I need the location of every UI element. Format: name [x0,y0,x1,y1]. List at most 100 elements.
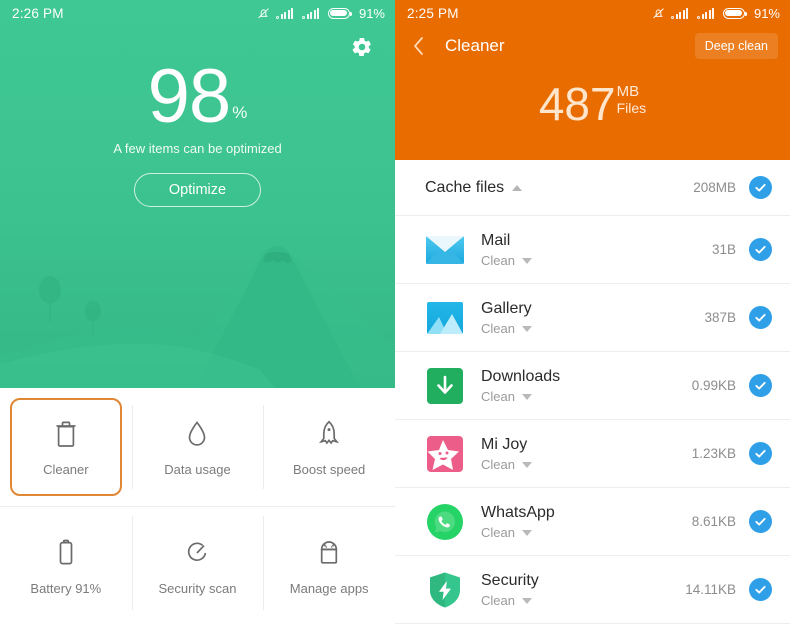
score-subtitle: A few items can be optimized [113,140,282,156]
rocket-icon [312,417,346,451]
check-circle-icon[interactable] [749,442,772,465]
caret-down-icon[interactable] [521,257,532,264]
caret-up-icon[interactable] [512,184,523,191]
app-status-label: Clean [481,253,515,268]
caret-down-icon[interactable] [521,597,532,604]
status-battery-percent: 91% [753,5,780,21]
tile-boost-speed[interactable]: Boost speed [263,388,395,506]
tile-label: Security scan [158,580,237,596]
check-circle-icon[interactable] [749,238,772,261]
tile-security-scan[interactable]: Security scan [131,506,264,624]
whatsapp-icon [425,502,465,542]
score-value-row: 98 % [148,59,248,135]
signal-icon [276,7,296,19]
list-item[interactable]: Security Clean 14.11KB [395,556,790,624]
list-item-text: Gallery Clean [481,299,532,336]
list-item-text: Security Clean [481,571,539,608]
caret-down-icon[interactable] [521,325,532,332]
check-circle-icon[interactable] [749,374,772,397]
app-status-label: Clean [481,389,515,404]
app-status-label: Clean [481,321,515,336]
android-icon [312,536,346,570]
app-status-label: Clean [481,593,515,608]
app-status[interactable]: Clean [481,389,560,404]
hero-green-panel: 2:26 PM 91% 98 % A few items can be opti… [0,0,395,388]
list-item[interactable]: Gallery Clean 387B [395,284,790,352]
dual-screenshot: 2:26 PM 91% 98 % A few items can be opti… [0,0,790,624]
app-name: Mi Joy [481,436,528,453]
item-size: 1.23KB [691,446,736,461]
status-icons: 91% [257,6,385,21]
battery-icon [722,7,748,19]
check-circle-icon[interactable] [749,176,772,199]
signal-icon [302,7,322,19]
app-status[interactable]: Clean [481,321,532,336]
check-circle-icon[interactable] [749,578,772,601]
bell-mute-icon [257,7,270,20]
page-title: Cleaner [445,36,505,55]
caret-down-icon[interactable] [521,393,532,400]
list-item[interactable]: WhatsApp Clean 8.61KB [395,488,790,556]
total-size-unit: MB [616,83,640,100]
tile-label: Battery 91% [30,580,102,596]
total-size-meta: MB Files [617,84,647,117]
clock-scan-icon [180,536,214,570]
phone-screen-cleaner: 2:25 PM 91% Cleaner Deep clean 487 MB Fi… [395,0,790,624]
tile-manage-apps[interactable]: Manage apps [263,506,395,624]
list-item[interactable]: Mi Joy Clean 1.23KB [395,420,790,488]
app-status[interactable]: Clean [481,593,539,608]
tile-battery[interactable]: Battery 91% [0,506,132,624]
tile-data-usage[interactable]: Data usage [131,388,264,506]
tile-label: Cleaner [43,462,89,477]
battery-icon [327,7,353,19]
deep-clean-button[interactable]: Deep clean [694,33,778,59]
caret-down-icon[interactable] [521,529,532,536]
status-time: 2:26 PM [12,5,64,21]
app-status-label: Clean [481,457,515,472]
item-size: 14.11KB [685,582,736,597]
total-size-value: 487 [538,78,616,130]
item-size: 387B [704,310,736,325]
check-circle-icon[interactable] [749,510,772,533]
list-item-text: Downloads Clean [481,367,560,404]
status-battery-percent: 91% [358,5,385,21]
status-icons: 91% [652,6,780,21]
tile-cleaner[interactable]: Cleaner [0,388,132,506]
trash-icon [49,417,83,451]
group-title: Cache files [425,178,505,196]
app-name: Security [481,572,539,589]
phone-screen-security-home: 2:26 PM 91% 98 % A few items can be opti… [0,0,395,624]
list-item-text: WhatsApp Clean [481,503,555,540]
back-chevron-icon[interactable] [413,35,431,57]
list-item-text: Mail Clean [481,231,532,268]
hero-orange-panel: 2:25 PM 91% Cleaner Deep clean 487 MB Fi… [395,0,790,160]
shield-bolt-icon [425,570,465,610]
app-name: Mail [481,232,511,249]
bell-mute-icon [652,7,665,20]
list-item[interactable]: Downloads Clean 0.99KB [395,352,790,420]
check-circle-icon[interactable] [749,306,772,329]
app-name: WhatsApp [481,504,555,521]
battery-icon [49,536,83,570]
download-icon [425,366,465,406]
caret-down-icon[interactable] [521,461,532,468]
optimize-button[interactable]: Optimize [133,172,262,207]
signal-icon [671,7,691,19]
app-name: Gallery [481,300,532,317]
app-status[interactable]: Clean [481,525,555,540]
group-row-cache-files[interactable]: Cache files 208MB [395,160,790,216]
app-status[interactable]: Clean [481,253,532,268]
mail-icon [425,230,465,270]
list-item[interactable]: Mail Clean 31B [395,216,790,284]
app-name: Downloads [481,368,561,385]
optimization-score: 98 % A few items can be optimized Optimi… [0,59,395,207]
signal-icon [697,7,717,19]
tile-label: Manage apps [289,580,369,596]
gear-icon[interactable] [351,36,373,58]
app-status[interactable]: Clean [481,457,532,472]
total-size-row: 487 MB Files [539,81,646,127]
status-bar-right: 2:25 PM 91% [395,0,790,26]
droplet-icon [180,417,214,451]
cleaner-item-list: Cache files 208MB Mail Clean 31B Gallery… [395,160,790,624]
total-size-summary: 487 MB Files [395,81,790,127]
